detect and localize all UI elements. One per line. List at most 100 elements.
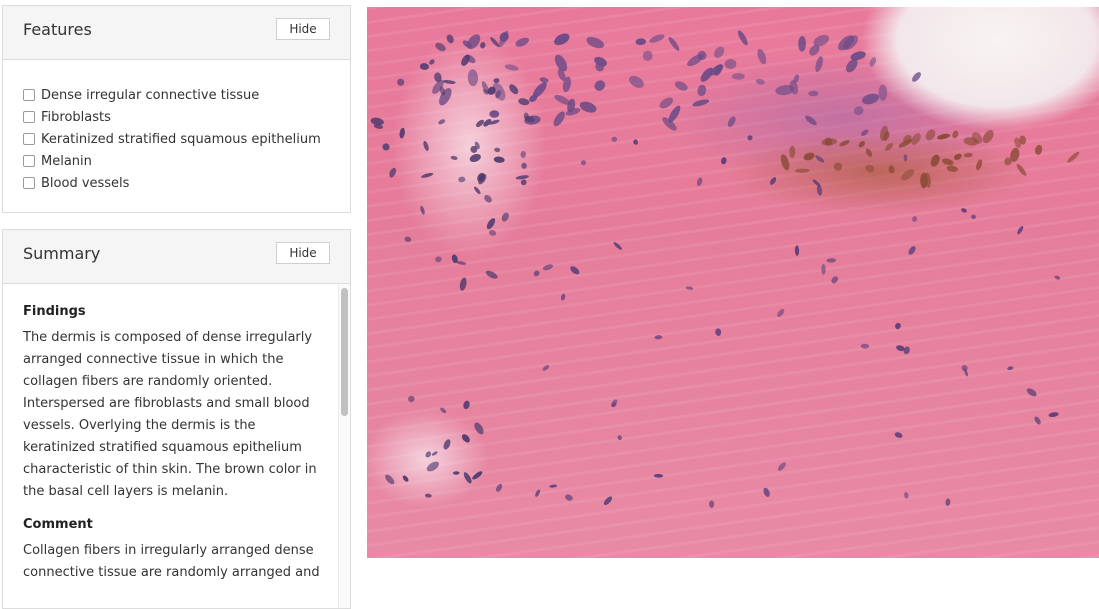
cell-nucleus	[1048, 412, 1059, 418]
cell-nucleus	[518, 98, 530, 106]
feature-checkbox[interactable]	[23, 133, 35, 145]
cell-nucleus	[861, 93, 880, 105]
cell-nucleus	[674, 81, 688, 91]
feature-item[interactable]: Dense irregular connective tissue	[23, 84, 350, 106]
summary-hide-button[interactable]: Hide	[276, 242, 330, 264]
cell-nucleus	[649, 34, 665, 43]
cell-nucleus	[869, 57, 876, 67]
feature-item[interactable]: Keratinized stratified squamous epitheli…	[23, 128, 350, 150]
cell-nucleus	[504, 64, 519, 71]
comment-text: Collagen fibers in irregularly arranged …	[23, 543, 320, 580]
cell-nucleus	[1017, 226, 1024, 235]
cell-nucleus	[423, 140, 429, 151]
cell-nucleus	[1035, 144, 1043, 155]
cell-nucleus	[946, 165, 958, 172]
cell-nucleus	[659, 97, 674, 109]
cell-nucleus	[490, 37, 500, 48]
cell-nucleus	[668, 105, 681, 123]
cell-nucleus	[480, 42, 486, 49]
cell-nucleus	[452, 471, 460, 475]
cell-nucleus	[495, 483, 503, 492]
cell-nucleus	[812, 179, 821, 187]
cell-nucleus	[961, 208, 967, 213]
cell-nucleus	[865, 148, 873, 157]
cell-nucleus	[1034, 416, 1041, 425]
cell-nucleus	[713, 46, 725, 59]
cell-nucleus	[389, 167, 397, 178]
cell-nucleus	[1007, 366, 1014, 371]
cell-nucleus	[611, 136, 618, 142]
cell-nucleus	[696, 177, 703, 186]
findings-text: The dermis is composed of dense irregula…	[23, 330, 317, 499]
cell-nucleus	[520, 151, 526, 158]
cell-nucleus	[489, 110, 500, 118]
cell-nucleus	[467, 69, 479, 87]
cell-nucleus	[831, 276, 839, 284]
cell-nucleus	[920, 172, 928, 189]
cell-nucleus	[442, 80, 456, 84]
cell-nucleus	[894, 432, 903, 438]
cell-nuclei-overlay	[370, 30, 1080, 508]
cell-nucleus	[777, 308, 785, 318]
cell-nucleus	[815, 56, 823, 73]
cell-nucleus	[747, 135, 753, 141]
cell-nucleus	[579, 101, 597, 113]
cell-nucleus	[424, 493, 432, 498]
cell-nucleus	[821, 263, 826, 275]
cell-nucleus	[1016, 164, 1027, 176]
cell-nucleus	[438, 119, 446, 125]
cell-nucleus	[539, 77, 549, 83]
cell-nucleus	[878, 84, 888, 101]
features-list: Dense irregular connective tissue Fibrob…	[3, 60, 350, 194]
histology-image[interactable]	[367, 7, 1099, 558]
cell-nucleus	[757, 48, 767, 65]
cell-nucleus	[469, 153, 481, 163]
cell-nucleus	[633, 139, 638, 145]
cell-nucleus	[971, 214, 976, 220]
cell-nucleus	[815, 155, 825, 163]
cell-nucleus	[613, 242, 622, 250]
summary-header: Summary Hide	[3, 230, 350, 284]
cell-nucleus	[794, 245, 800, 256]
cell-nucleus	[642, 50, 653, 61]
cell-nucleus	[421, 172, 434, 178]
cell-nucleus	[370, 117, 384, 126]
cell-nucleus	[709, 500, 715, 508]
cell-nucleus	[727, 116, 736, 127]
cell-nucleus	[458, 176, 466, 183]
cell-nucleus	[431, 451, 438, 456]
cell-nucleus	[440, 407, 447, 414]
cell-nucleus	[833, 162, 843, 171]
feature-checkbox[interactable]	[23, 89, 35, 101]
cell-nucleus	[474, 186, 481, 195]
cell-nucleus	[385, 474, 395, 485]
features-hide-button[interactable]: Hide	[276, 18, 330, 40]
cell-nucleus	[402, 475, 409, 482]
cell-nucleus	[488, 230, 497, 236]
cell-nucleus	[803, 152, 815, 161]
cell-nucleus	[463, 400, 470, 410]
cell-nucleus	[515, 175, 529, 180]
summary-body[interactable]: Findings The dermis is composed of dense…	[3, 284, 350, 608]
cell-nucleus	[461, 434, 470, 443]
feature-item[interactable]: Melanin	[23, 150, 350, 172]
cell-nucleus	[721, 157, 727, 165]
summary-title: Summary	[23, 244, 101, 263]
cell-nucleus	[888, 165, 895, 174]
cell-nucleus	[463, 472, 472, 484]
cell-nucleus	[580, 160, 587, 166]
feature-checkbox[interactable]	[23, 111, 35, 123]
feature-item[interactable]: Blood vessels	[23, 172, 350, 194]
cell-nucleus	[459, 277, 467, 291]
cell-nucleus	[945, 498, 951, 506]
cell-nucleus	[794, 168, 810, 173]
feature-checkbox[interactable]	[23, 155, 35, 167]
features-panel: Features Hide Dense irregular connective…	[2, 5, 351, 213]
cell-nucleus	[456, 261, 467, 265]
feature-checkbox[interactable]	[23, 177, 35, 189]
feature-label: Melanin	[41, 153, 92, 169]
feature-label: Fibroblasts	[41, 109, 111, 125]
summary-scrollbar-thumb[interactable]	[341, 288, 348, 416]
features-title: Features	[23, 20, 92, 39]
feature-item[interactable]: Fibroblasts	[23, 106, 350, 128]
